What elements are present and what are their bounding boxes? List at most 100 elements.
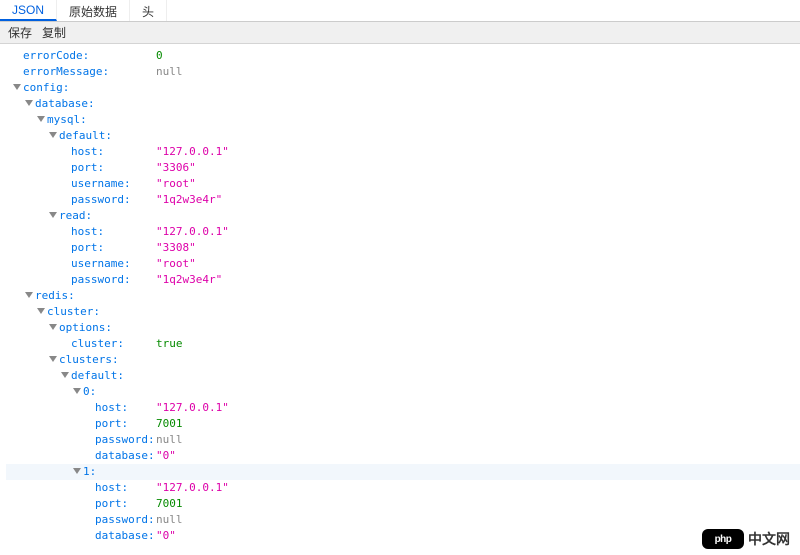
json-key: database [95,528,148,544]
json-key: password [71,272,124,288]
json-value: "1q2w3e4r" [156,272,222,288]
tab-head[interactable]: 头 [130,0,167,21]
tree-row[interactable]: cluster: [6,304,800,320]
json-key: default [71,368,117,384]
json-key: host [71,224,98,240]
json-value: "127.0.0.1" [156,480,229,496]
tree-row[interactable]: cluster:true [6,336,800,352]
json-key: host [95,480,122,496]
toolbar: 保存 复制 [0,22,800,44]
json-key: mysql [47,112,80,128]
disclosure-triangle-icon[interactable] [36,307,46,317]
json-key: password [95,432,148,448]
tree-row[interactable]: host:"127.0.0.1" [6,400,800,416]
disclosure-triangle-icon[interactable] [24,99,34,109]
json-value: "0" [156,448,176,464]
tree-row[interactable]: read: [6,208,800,224]
json-key: username [71,176,124,192]
json-key: port [95,496,122,512]
tree-row[interactable]: database: [6,96,800,112]
copy-button[interactable]: 复制 [42,24,66,41]
tree-row[interactable]: database:"0" [6,528,800,544]
json-value: 0 [156,48,163,64]
tree-row[interactable]: errorMessage:null [6,64,800,80]
json-key: database [35,96,88,112]
tree-row[interactable]: mysql: [6,112,800,128]
disclosure-triangle-icon[interactable] [48,131,58,141]
json-value: 7001 [156,416,183,432]
json-key: username [71,256,124,272]
tree-row[interactable]: errorCode:0 [6,48,800,64]
json-key: cluster [71,336,117,352]
json-value: 7001 [156,496,183,512]
watermark: php 中文网 [702,529,790,549]
json-value: "root" [156,256,196,272]
tree-row[interactable]: port:7001 [6,416,800,432]
json-key: port [95,416,122,432]
tree-row[interactable]: clusters: [6,352,800,368]
tree-row[interactable]: options: [6,320,800,336]
json-key: clusters [59,352,112,368]
json-key: host [71,144,98,160]
json-value: "3308" [156,240,196,256]
tree-row[interactable]: default: [6,128,800,144]
json-value: null [156,512,183,528]
disclosure-triangle-icon[interactable] [72,387,82,397]
json-key: 0 [83,384,90,400]
json-value: "127.0.0.1" [156,144,229,160]
tree-row[interactable]: 1: [6,464,800,480]
json-key: database [95,448,148,464]
tree-row[interactable]: host:"127.0.0.1" [6,224,800,240]
tree-row[interactable]: host:"127.0.0.1" [6,480,800,496]
json-value: "127.0.0.1" [156,400,229,416]
json-key: password [71,192,124,208]
json-value: null [156,64,183,80]
tree-row[interactable]: password:null [6,512,800,528]
disclosure-triangle-icon[interactable] [36,115,46,125]
tree-row[interactable]: default: [6,368,800,384]
watermark-text: 中文网 [748,529,790,549]
tree-row[interactable]: 0: [6,384,800,400]
disclosure-triangle-icon[interactable] [60,371,70,381]
disclosure-triangle-icon[interactable] [72,467,82,477]
disclosure-triangle-icon[interactable] [48,323,58,333]
json-key: errorMessage [23,64,102,80]
tab-bar: JSON 原始数据 头 [0,0,800,22]
json-key: 1 [83,464,90,480]
tab-raw[interactable]: 原始数据 [57,0,130,21]
json-key: redis [35,288,68,304]
json-value: null [156,432,183,448]
disclosure-triangle-icon[interactable] [24,291,34,301]
disclosure-triangle-icon[interactable] [12,83,22,93]
watermark-logo: php [702,529,744,549]
disclosure-triangle-icon[interactable] [48,211,58,221]
save-button[interactable]: 保存 [8,24,32,41]
json-key: port [71,160,98,176]
tree-row[interactable]: database:"0" [6,448,800,464]
json-key: host [95,400,122,416]
tree-row[interactable]: config: [6,80,800,96]
json-value: "1q2w3e4r" [156,192,222,208]
json-key: errorCode [23,48,83,64]
json-key: password [95,512,148,528]
tree-row[interactable]: redis: [6,288,800,304]
tree-row[interactable]: host:"127.0.0.1" [6,144,800,160]
tree-row[interactable]: port:"3306" [6,160,800,176]
disclosure-triangle-icon[interactable] [48,355,58,365]
tree-row[interactable]: password:null [6,432,800,448]
tree-row[interactable]: port:7001 [6,496,800,512]
json-value: "127.0.0.1" [156,224,229,240]
tree-row[interactable]: username:"root" [6,176,800,192]
json-key: config [23,80,63,96]
tree-row[interactable]: password:"1q2w3e4r" [6,192,800,208]
tree-row[interactable]: username:"root" [6,256,800,272]
json-key: default [59,128,105,144]
json-key: options [59,320,105,336]
json-value: "0" [156,528,176,544]
tree-row[interactable]: port:"3308" [6,240,800,256]
tab-json[interactable]: JSON [0,0,57,21]
json-tree: errorCode:0errorMessage:nullconfig:datab… [0,44,800,544]
tree-row[interactable]: password:"1q2w3e4r" [6,272,800,288]
json-key: port [71,240,98,256]
json-value: "3306" [156,160,196,176]
